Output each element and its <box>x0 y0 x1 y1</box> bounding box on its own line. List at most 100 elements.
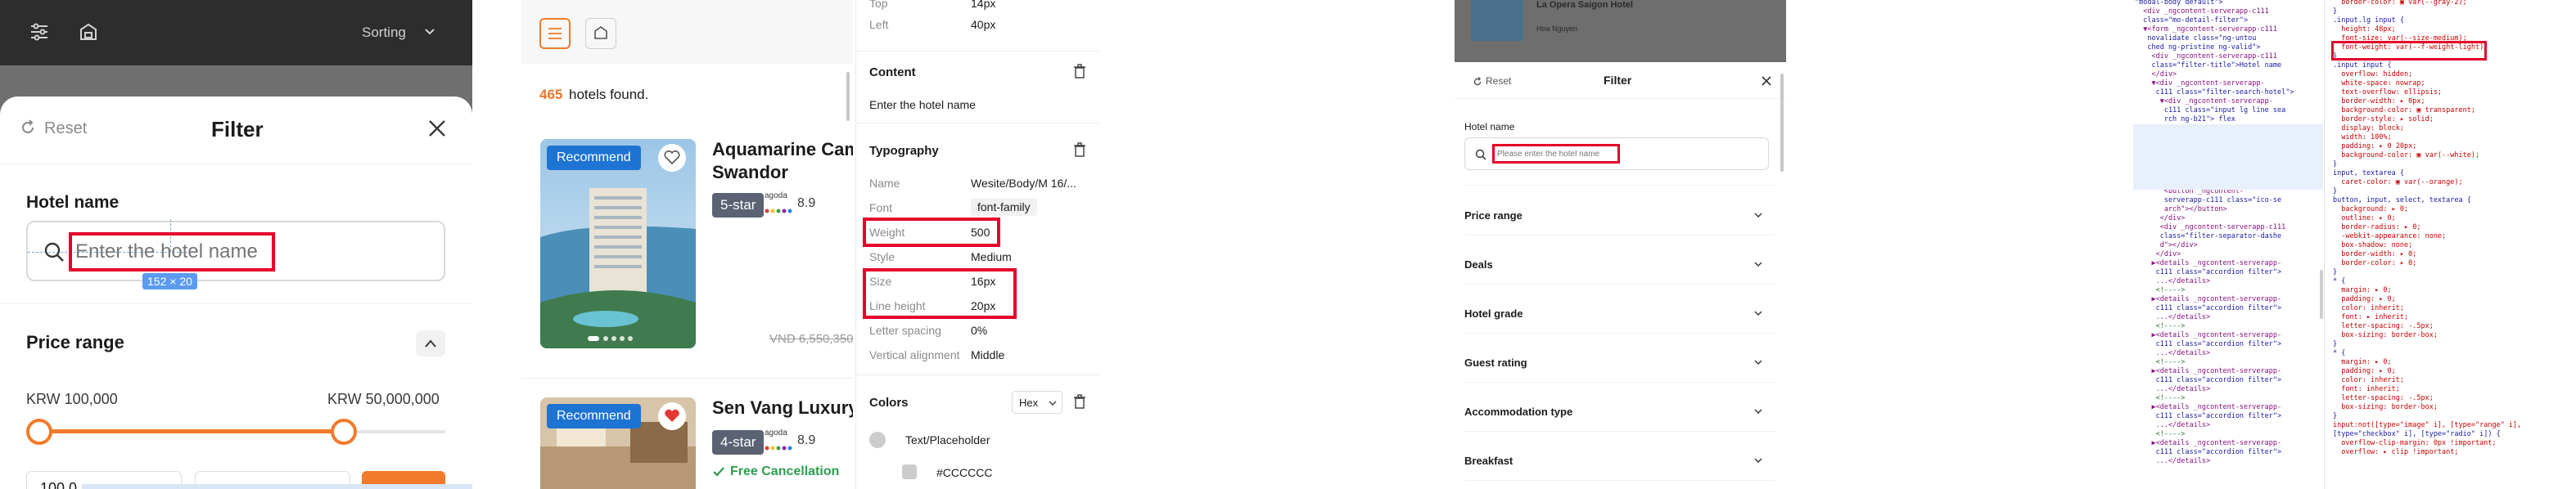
code-line[interactable]: arch"></button> <box>2135 205 2294 214</box>
code-line[interactable]: .input.lg input { <box>2333 16 2521 25</box>
code-line[interactable]: } <box>2333 268 2521 277</box>
slider-handle-min[interactable] <box>26 419 52 445</box>
code-line[interactable]: ▶<details _ngcontent-serverapp- <box>2135 295 2294 304</box>
hotel-name[interactable]: Aquamarine Cam <box>712 139 853 160</box>
code-line[interactable]: ched ng-pristine ng-valid"> <box>2135 43 2294 52</box>
code-line[interactable]: ▼<div _ngcontent-serverapp- <box>2135 97 2294 106</box>
trash-icon[interactable] <box>1073 64 1086 79</box>
chevron-down-icon[interactable] <box>424 28 435 36</box>
code-line[interactable]: <!----> <box>2135 430 2294 439</box>
code-line[interactable]: c111 class="input lg line sea <box>2135 106 2294 115</box>
code-line[interactable]: "modal-body default"> <box>2135 0 2294 7</box>
code-line[interactable]: } <box>2333 7 2521 16</box>
code-line[interactable]: background: ▸ 0; <box>2333 205 2521 214</box>
collapse-button[interactable] <box>416 330 445 357</box>
code-line[interactable]: display: block; <box>2333 124 2521 133</box>
code-line[interactable]: ...</details> <box>2135 349 2294 358</box>
trash-icon[interactable] <box>1073 394 1086 409</box>
code-line[interactable]: c111 class="accordion filter"> <box>2135 376 2294 385</box>
filter-toggle-button[interactable] <box>539 18 571 49</box>
favorite-button[interactable] <box>658 144 686 172</box>
code-line[interactable]: c111 class="filter-search-hotel"> <box>2135 88 2294 97</box>
code-line[interactable]: padding: ▸ 0; <box>2333 295 2521 304</box>
code-line[interactable]: d"></div> <box>2135 241 2294 250</box>
code-line[interactable]: c111 class="accordion filter"> <box>2135 268 2294 277</box>
code-line[interactable]: ▶<details _ngcontent-serverapp- <box>2135 403 2294 412</box>
slider-handle-max[interactable] <box>331 419 357 445</box>
code-line[interactable]: input:not([type="image" i], [type="range… <box>2333 421 2521 430</box>
code-line[interactable]: [type="checkbox" i], [type="radio" i]) { <box>2333 430 2521 439</box>
code-line[interactable]: overflow: hidden; <box>2333 70 2521 79</box>
code-line[interactable]: } <box>2333 340 2521 349</box>
code-line[interactable]: ...</details> <box>2135 277 2294 286</box>
code-line[interactable]: </div> <box>2135 214 2294 223</box>
code-line[interactable]: .input input { <box>2333 61 2521 70</box>
sliders-icon[interactable] <box>29 23 49 41</box>
font-value[interactable]: font-family <box>971 198 1037 216</box>
code-line[interactable]: <!----> <box>2135 394 2294 403</box>
carousel-dots[interactable] <box>588 332 645 347</box>
code-line[interactable]: ▶<details _ngcontent-serverapp- <box>2135 439 2294 448</box>
code-line[interactable]: input, textarea { <box>2333 169 2521 178</box>
code-line[interactable]: padding: ▸ 0; <box>2333 367 2521 376</box>
code-line[interactable]: </div> <box>2135 70 2294 79</box>
code-line[interactable]: ...</details> <box>2135 385 2294 394</box>
code-line[interactable]: margin: ▸ 0; <box>2333 358 2521 367</box>
code-line[interactable]: ▼<form _ngcontent-serverapp-c111 <box>2135 25 2294 34</box>
code-line[interactable]: border-width: ▸ 0; <box>2333 250 2521 259</box>
scrollbar[interactable] <box>1780 74 1784 172</box>
code-line[interactable]: padding: ▸ 0 20px; <box>2333 142 2521 151</box>
styles-code[interactable]: border-color: ▣ var(--gray-2);} .input.lg… <box>2333 0 2521 457</box>
scrollbar[interactable] <box>846 72 850 121</box>
code-line[interactable]: ▶<details _ngcontent-serverapp- <box>2135 259 2294 268</box>
code-line[interactable]: -webkit-appearance: none; <box>2333 232 2521 241</box>
code-line[interactable]: <div _ngcontent-serverapp-c111 <box>2135 223 2294 232</box>
styles-pane[interactable]: border-color: ▣ var(--gray-2);} .input.lg… <box>2326 0 2576 489</box>
code-line[interactable]: white-space: nowrap; <box>2333 79 2521 88</box>
code-line[interactable]: outline: ▸ 0; <box>2333 214 2521 223</box>
code-line[interactable]: overflow-clip-margin: 0px !important; <box>2333 439 2521 448</box>
code-line[interactable]: <!----> <box>2135 286 2294 295</box>
code-line[interactable]: color: inherit; <box>2333 304 2521 313</box>
accordion-hotel-grade[interactable]: Hotel grade <box>1464 296 1775 334</box>
code-line[interactable]: class="filter-title">Hotel name <box>2135 61 2294 70</box>
code-line[interactable]: background-color: ▣ var(--white); <box>2333 151 2521 160</box>
hotel-icon[interactable] <box>79 23 98 41</box>
code-line[interactable]: button, input, select, textarea { <box>2333 196 2521 205</box>
code-line[interactable]: <div _ngcontent-serverapp-c111 <box>2135 52 2294 61</box>
code-line[interactable]: novalidate class="ng-untou <box>2135 34 2294 43</box>
code-line[interactable]: letter-spacing: -.5px; <box>2333 322 2521 331</box>
map-view-button[interactable] <box>585 18 616 49</box>
code-line[interactable]: ...</details> <box>2135 421 2294 430</box>
code-line[interactable]: border-color: ▸ 0; <box>2333 259 2521 268</box>
code-line[interactable]: class="filter-separator-dashe <box>2135 232 2294 241</box>
code-line[interactable]: serverapp-c111 class="ico-se <box>2135 196 2294 205</box>
code-line[interactable]: color: inherit; <box>2333 376 2521 385</box>
code-line[interactable]: overflow: ▸ clip !important; <box>2333 448 2521 457</box>
code-line[interactable]: box-sizing: border-box; <box>2333 331 2521 340</box>
code-line[interactable]: ...</details> <box>2135 313 2294 322</box>
code-line[interactable]: </div> <box>2135 250 2294 259</box>
code-line[interactable]: ▶<details _ngcontent-serverapp- <box>2135 331 2294 340</box>
sorting-label[interactable]: Sorting <box>362 25 406 41</box>
code-line[interactable]: class="mo-detail-filter"> <box>2135 16 2294 25</box>
accordion-breakfast[interactable]: Breakfast <box>1464 443 1775 481</box>
code-line[interactable]: margin: ▸ 0; <box>2333 286 2521 295</box>
code-line[interactable]: <!----> <box>2135 322 2294 331</box>
code-line[interactable]: border-radius: ▸ 0; <box>2333 223 2521 232</box>
reset-button[interactable]: Reset <box>1486 75 1511 87</box>
accordion-deals[interactable]: Deals <box>1464 247 1775 285</box>
code-line[interactable]: font: inherit; <box>2333 385 2521 394</box>
code-line[interactable]: width: 100%; <box>2333 133 2521 142</box>
code-line[interactable]: c111 class="accordion filter"> <box>2135 412 2294 421</box>
accordion-guest-rating[interactable]: Guest rating <box>1464 345 1775 383</box>
code-line[interactable]: } <box>2333 412 2521 421</box>
reset-icon[interactable] <box>20 119 36 136</box>
code-line[interactable]: box-shadow: none; <box>2333 241 2521 250</box>
elements-tree[interactable]: "modal-body default"> <div _ngcontent-se… <box>2128 0 2325 489</box>
code-line[interactable]: * { <box>2333 349 2521 358</box>
hotel-card[interactable]: Recommend Aquamarine Cam Swandor 5-star … <box>540 139 853 360</box>
code-line[interactable]: border-style: ▸ solid; <box>2333 115 2521 124</box>
code-line[interactable]: ...</details> <box>2135 457 2294 466</box>
code-line[interactable]: ▼<div _ngcontent-serverapp- <box>2135 79 2294 88</box>
